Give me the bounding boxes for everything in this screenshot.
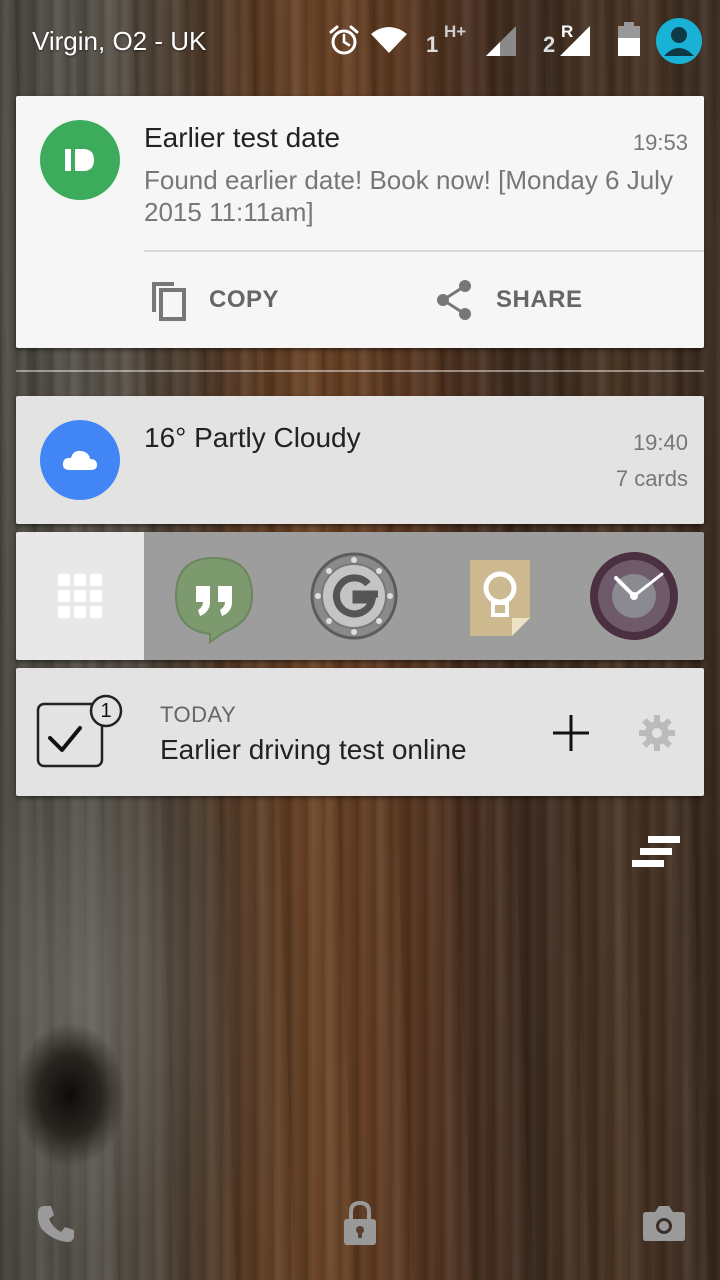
gear-icon[interactable] (638, 714, 676, 752)
notification-separator (16, 370, 704, 372)
chrome-icon[interactable] (306, 548, 402, 644)
app-grid-icon (58, 574, 102, 618)
notification-earlier-test-date[interactable]: Earlier test date 19:53 Found earlier da… (16, 96, 704, 348)
signal-icon (560, 26, 590, 56)
status-bar: Virgin, O2 - UK 1 H+ 2 R (0, 0, 720, 84)
sim1-label: 1 (426, 32, 439, 57)
copy-button[interactable]: COPY (144, 266, 394, 336)
sim2-label: 2 (543, 32, 556, 57)
carrier-name: Virgin, O2 - UK (32, 26, 207, 56)
lock-icon[interactable] (342, 1200, 378, 1246)
alarm-icon (329, 25, 359, 55)
wifi-icon (371, 27, 407, 53)
task-badge: 1 (100, 700, 112, 722)
phone-icon[interactable] (36, 1204, 76, 1244)
share-button[interactable]: SHARE (428, 266, 688, 336)
app-grid-button[interactable] (16, 532, 144, 660)
share-icon (437, 280, 471, 320)
weather-time: 19:40 (632, 430, 688, 455)
share-label: SHARE (496, 286, 583, 313)
add-icon[interactable] (552, 714, 590, 752)
notification-title: Earlier test date (144, 122, 341, 153)
notification-weather[interactable]: 16° Partly Cloudy 19:40 7 cards (16, 396, 704, 524)
user-icon[interactable] (656, 18, 702, 64)
hangouts-icon[interactable] (166, 548, 262, 644)
weather-card-count: 7 cards (615, 466, 688, 491)
app-shortcut-bar (16, 532, 704, 660)
signal-icon (486, 26, 516, 56)
battery-icon (618, 22, 640, 56)
sim1-network-type: H+ (444, 22, 467, 41)
pushbullet-icon (40, 120, 120, 200)
checkbox-icon[interactable] (34, 694, 142, 774)
cloud-icon (40, 420, 120, 500)
keep-icon[interactable] (452, 548, 548, 644)
weather-title: 16° Partly Cloudy (144, 422, 361, 453)
copy-label: COPY (209, 286, 280, 313)
notification-text: Found earlier date! Book now! [Monday 6 … (144, 165, 673, 227)
notification-divider (144, 250, 704, 252)
camera-icon[interactable] (642, 1204, 686, 1242)
todo-widget[interactable]: 1 TODAY Earlier driving test online (16, 668, 704, 796)
copy-icon (152, 282, 186, 321)
today-label: TODAY (160, 702, 237, 727)
task-title[interactable]: Earlier driving test online (160, 734, 467, 766)
notification-time: 19:53 (632, 130, 688, 155)
clock-icon[interactable] (586, 548, 682, 644)
dismiss-all-icon[interactable] (630, 834, 682, 870)
